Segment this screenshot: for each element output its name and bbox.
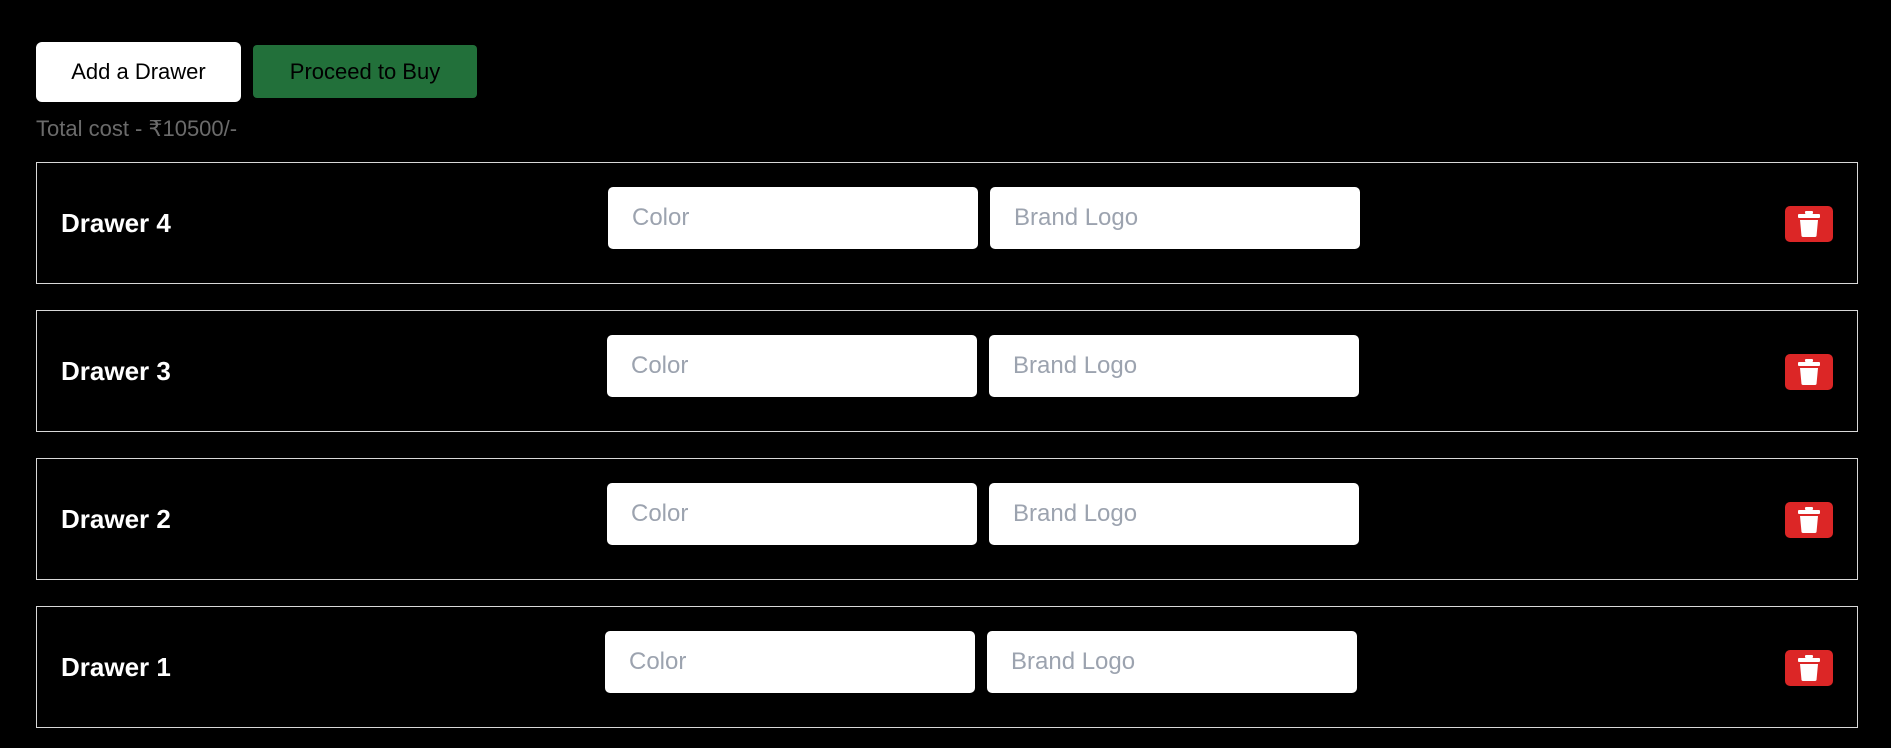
- brand-logo-input[interactable]: [987, 631, 1357, 693]
- drawer-row: Drawer 3: [36, 310, 1858, 432]
- color-input[interactable]: [607, 483, 977, 545]
- drawer-title: Drawer 2: [61, 503, 171, 534]
- brand-logo-input[interactable]: [989, 335, 1359, 397]
- proceed-to-buy-button[interactable]: Proceed to Buy: [253, 45, 477, 98]
- trash-icon: [1798, 655, 1820, 681]
- drawer-title: Drawer 4: [61, 207, 171, 238]
- trash-icon: [1798, 507, 1820, 533]
- delete-drawer-button[interactable]: [1785, 206, 1833, 242]
- drawer-title: Drawer 3: [61, 355, 171, 386]
- delete-drawer-button[interactable]: [1785, 354, 1833, 390]
- drawer-row: Drawer 2: [36, 458, 1858, 580]
- color-input[interactable]: [605, 631, 975, 693]
- color-input[interactable]: [607, 335, 977, 397]
- trash-icon: [1798, 211, 1820, 237]
- color-input[interactable]: [608, 187, 978, 249]
- trash-icon: [1798, 359, 1820, 385]
- drawer-title: Drawer 1: [61, 651, 171, 682]
- delete-drawer-button[interactable]: [1785, 502, 1833, 538]
- brand-logo-input[interactable]: [989, 483, 1359, 545]
- add-drawer-button[interactable]: Add a Drawer: [36, 42, 241, 102]
- drawer-row: Drawer 4: [36, 162, 1858, 284]
- brand-logo-input[interactable]: [990, 187, 1360, 249]
- drawer-row: Drawer 1: [36, 606, 1858, 728]
- total-cost: Total cost - ₹10500/-: [36, 116, 238, 141]
- delete-drawer-button[interactable]: [1785, 650, 1833, 686]
- toolbar: Add a Drawer Proceed to Buy: [36, 42, 477, 102]
